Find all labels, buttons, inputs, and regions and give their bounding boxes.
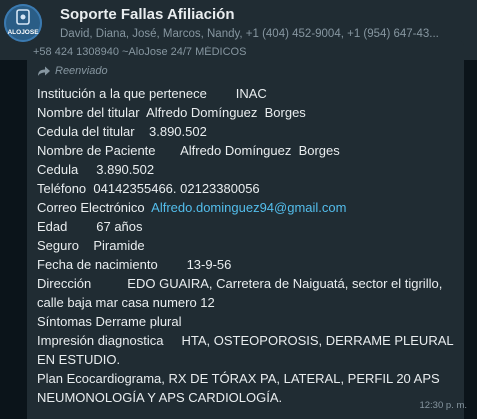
line-fecha: Fecha de nacimiento 13-9-56 (37, 257, 232, 272)
avatar-text: ALOJOSE (7, 29, 39, 36)
message-text: Institución a la que pertenece INAC Nomb… (37, 84, 462, 407)
line-institucion: Institución a la que pertenece INAC (37, 86, 267, 101)
email-link[interactable]: Alfredo.dominguez94@gmail.com (151, 200, 346, 215)
line-cedula: Cedula 3.890.502 (37, 162, 155, 177)
line-nombre-titular: Nombre del titular Alfredo Domínguez Bor… (37, 105, 306, 120)
line-seguro: Seguro Piramide (37, 238, 145, 253)
participants-list[interactable]: David, Diana, José, Marcos, Nandy, +1 (4… (60, 28, 474, 40)
line-cedula-titular: Cedula del titular 3.890.502 (37, 124, 207, 139)
line-telefono: Teléfono 04142355466. 02123380056 (37, 181, 260, 196)
line-sintomas: Síntomas Derrame plural (37, 314, 182, 329)
correo-label: Correo Electrónico (37, 200, 152, 215)
forwarded-label: Reenviado (55, 65, 108, 77)
forwarded-indicator: Reenviado (37, 65, 108, 77)
message-time: 12:30 p. m. (419, 400, 467, 411)
line-plan: Plan Ecocardiograma, RX DE TÓRAX PA, LAT… (37, 371, 440, 405)
avatar-logo-icon: ALOJOSE (7, 9, 39, 36)
line-edad: Edad 67 años (37, 219, 143, 234)
chat-title[interactable]: Soporte Fallas Afiliación (60, 6, 234, 23)
line-nombre-paciente: Nombre de Paciente Alfredo Domínguez Bor… (37, 143, 340, 158)
forwarded-sender-line: +58 424 1308940 ~AloJose 24/7 MÉDICOS (33, 46, 247, 58)
forward-arrow-icon (38, 66, 50, 76)
line-correo: Correo Electrónico Alfredo.dominguez94@g… (37, 198, 462, 217)
group-avatar[interactable]: ALOJOSE (4, 4, 42, 42)
line-impresion: Impresión diagnostica HTA, OSTEOPOROSIS,… (37, 333, 457, 367)
line-direccion: Dirección EDO GUAIRA, Carretera de Naigu… (37, 276, 446, 310)
